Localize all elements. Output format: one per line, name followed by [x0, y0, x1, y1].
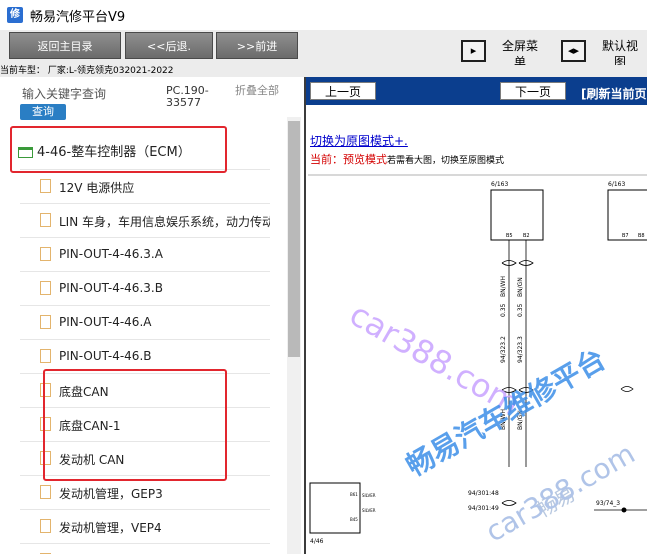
tree-item[interactable]: 12V 电源供应 [20, 169, 270, 204]
tree-item[interactable]: PIN-OUT-4-46.A [20, 305, 270, 340]
current-prefix: 当前： [310, 153, 343, 166]
silver-label-2: SILVER [362, 508, 376, 513]
tree-item-label: 发动机管理，GEP3 [59, 487, 163, 501]
document-icon [40, 485, 51, 499]
splice-2: 94/323.3 [517, 336, 524, 363]
default-view-icon[interactable]: ◂▸ [561, 40, 586, 62]
document-icon [40, 247, 51, 261]
tree-item[interactable]: PIN-OUT-4-46.3.B [20, 271, 270, 306]
tree-item[interactable]: PIN-OUT-4-46.3.A [20, 237, 270, 272]
node-3: 93/74_3 [596, 500, 620, 507]
current-mode: 预览模式 [343, 153, 387, 166]
component-label: 4/46 [310, 538, 324, 545]
back-button[interactable]: <<后退. [125, 32, 213, 59]
scrollbar-thumb[interactable] [288, 121, 300, 357]
pin-b8: B8 [638, 233, 645, 239]
tree-item-label: PIN-OUT-4-46.3.A [59, 247, 163, 261]
document-icon [40, 315, 51, 329]
switch-original-mode-link[interactable]: 切换为原图模式+. [310, 132, 408, 149]
wire1-gauge: 0.35 [500, 303, 507, 317]
silver-label-1: SILVER [362, 493, 376, 498]
wire2-color: BN/GN [517, 277, 524, 297]
document-icon [40, 349, 51, 363]
twist-marker-4 [620, 386, 634, 392]
pin-b45: B45 [350, 517, 358, 522]
highlight-box-root [10, 126, 227, 173]
next-page-button[interactable]: 下一页 [500, 82, 566, 100]
left-pane: 输入关键字查询 查询 PC.190-33577 折叠全部 4-46-整车控制器（… [0, 77, 304, 554]
forward-button[interactable]: >>前进 [216, 32, 298, 59]
pin-b2: B2 [523, 233, 530, 239]
tree-item-label: PIN-OUT-4-46.A [59, 315, 152, 329]
window-title: 畅易汽修平台V9 [30, 10, 126, 25]
document-icon [40, 213, 51, 227]
current-car-model: 当前车型： 厂家:L-领克领克032021-2022 [0, 65, 647, 77]
tree-item[interactable]: 发动机管理，VEP4 [20, 509, 270, 544]
component-box [309, 482, 361, 534]
connector-b-label: 6/163 [608, 181, 625, 188]
tree-item[interactable]: LIN 车身，车用信息娱乐系统，动力传动 [20, 203, 270, 238]
current-mode-text: 当前：预览模式若需看大图，切换至原图模式 [310, 151, 504, 167]
document-icon [40, 519, 51, 533]
tree-item-label: LIN 车身，车用信息娱乐系统，动力传动 [59, 215, 270, 229]
junction-dot [621, 507, 627, 513]
splice-1: 94/323.2 [500, 336, 507, 363]
twist-marker-1 [501, 260, 534, 266]
refresh-current-page[interactable]: [刷新当前页 [581, 85, 647, 102]
page-nav-bar: 上一页 下一页 [刷新当前页 [306, 77, 647, 105]
document-icon [40, 179, 51, 193]
pin-b7: B7 [622, 233, 629, 239]
app-logo-icon: 修 [7, 7, 23, 23]
search-button[interactable]: 查询 [20, 104, 66, 120]
tree-item-label: PIN-OUT-4-46.B [59, 349, 152, 363]
connector-a-label: 6/163 [491, 181, 508, 188]
tree-item[interactable] [20, 543, 270, 554]
back-to-main-button[interactable]: 返回主目录 [9, 32, 121, 59]
tree-item-label: PIN-OUT-4-46.3.B [59, 281, 163, 295]
wire2-gauge: 0.35 [517, 303, 524, 317]
fullscreen-icon[interactable]: ▸ [461, 40, 486, 62]
node-1: 94/301:48 [468, 490, 499, 497]
collapse-all-button[interactable]: 折叠全部 [235, 85, 281, 97]
prev-page-button[interactable]: 上一页 [310, 82, 376, 100]
toolbar: 返回主目录 <<后退. >>前进 ▸ 全屏菜单 ◂▸ 默认视图 [0, 30, 647, 69]
connector-a-box [490, 189, 544, 241]
search-input[interactable]: 输入关键字查询 [22, 85, 106, 102]
tree-item-label: 发动机管理，VEP4 [59, 521, 162, 535]
highlight-box-can [43, 369, 227, 481]
current-hint: 若需看大图，切换至原图模式 [387, 156, 505, 166]
document-icon [40, 281, 51, 295]
title-bar: 修 畅易汽修平台V9 [0, 0, 647, 31]
tree-item-label: 12V 电源供应 [59, 181, 135, 195]
prev-page-label: 上一页 [324, 85, 361, 99]
pin-b61: B61 [350, 492, 358, 497]
next-page-label: 下一页 [514, 85, 551, 99]
pin-b5: B5 [506, 233, 513, 239]
pc-code: PC.190-33577 [166, 84, 209, 109]
wire1-color: BN/WH [500, 276, 507, 297]
